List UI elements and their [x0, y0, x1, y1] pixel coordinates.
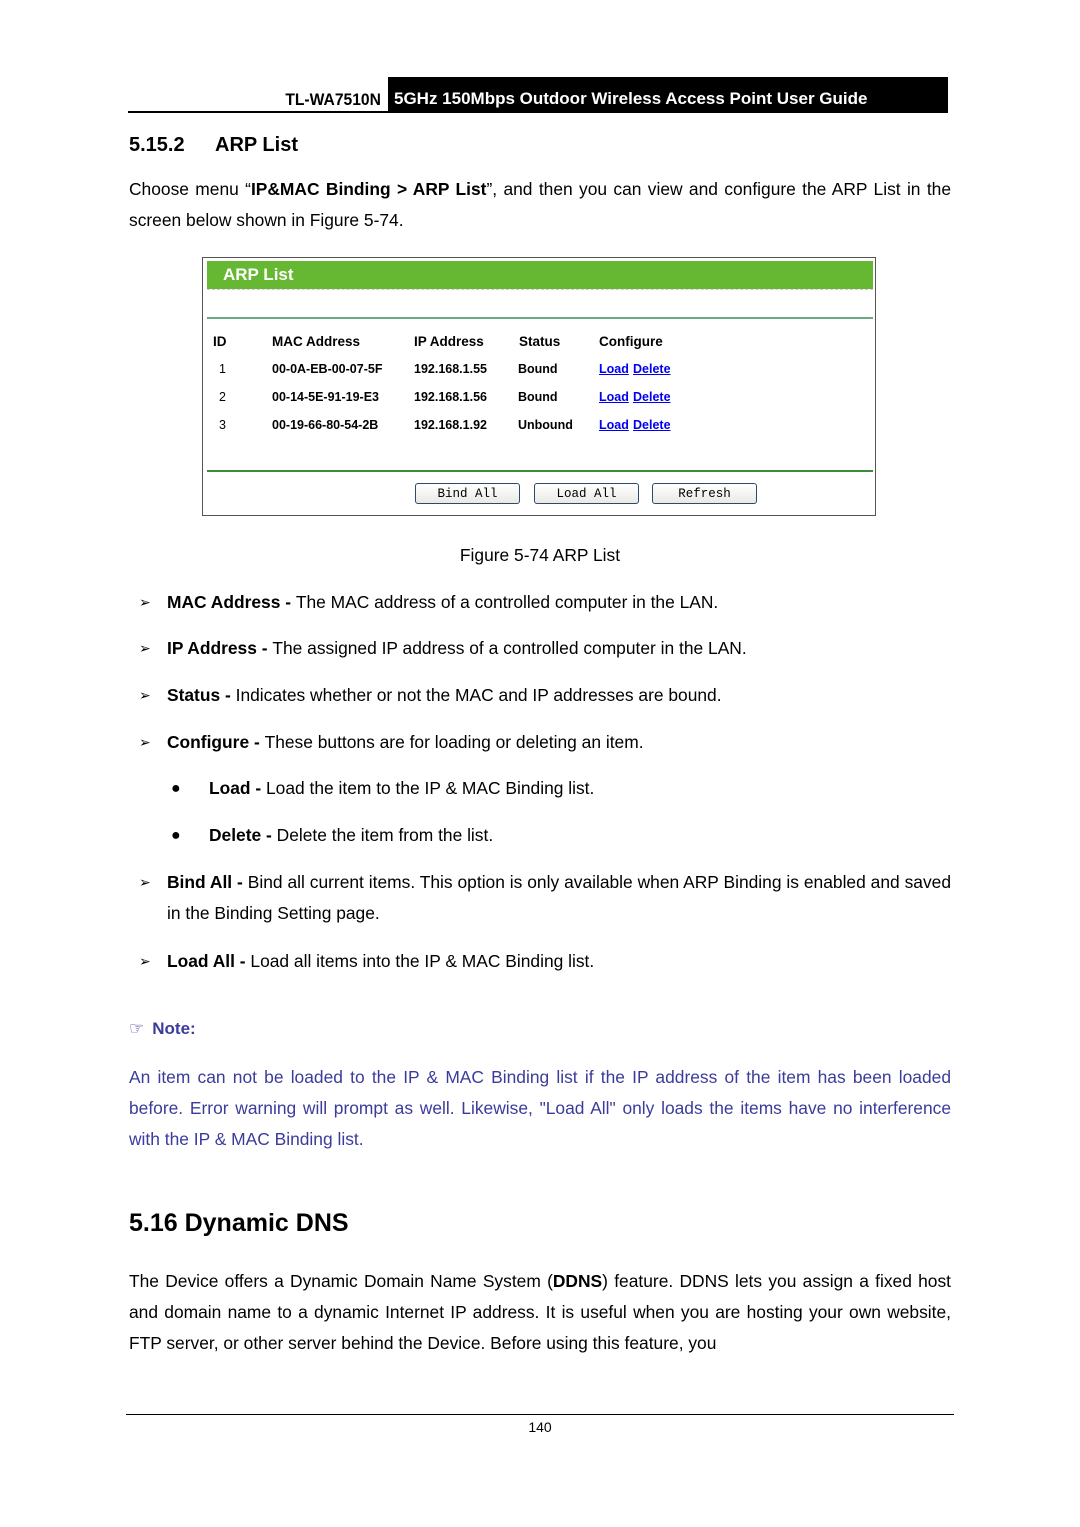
row-id: 2 — [219, 390, 226, 404]
column-header-configure: Configure — [599, 334, 663, 349]
sub-description-item: ● Load - Load the item to the IP & MAC B… — [171, 773, 951, 804]
ddns-heading: 5.16 Dynamic DNS — [129, 1209, 349, 1237]
description-term: Load All - — [167, 951, 251, 971]
column-header-ip: IP Address — [414, 334, 484, 349]
description-term: MAC Address - — [167, 592, 296, 612]
description-text: Delete the item from the list. — [276, 825, 494, 845]
dot-bullet-icon: ● — [171, 780, 181, 797]
delete-link[interactable]: Delete — [633, 418, 671, 432]
description-item: ➢ Load All - Load all items into the IP … — [129, 946, 951, 977]
arrow-bullet-icon: ➢ — [139, 734, 151, 750]
delete-link[interactable]: Delete — [633, 390, 671, 404]
row-mac: 00-0A-EB-00-07-5F — [272, 362, 383, 376]
row-status: Unbound — [518, 418, 573, 432]
arrow-bullet-icon: ➢ — [139, 953, 151, 969]
title-divider — [207, 289, 873, 291]
bind-all-button[interactable]: Bind All — [415, 483, 520, 504]
description-term: Delete - — [209, 825, 277, 845]
description-item: ➢ Configure - These buttons are for load… — [129, 727, 951, 758]
column-header-status: Status — [519, 334, 561, 349]
note-heading: ☞ Note: — [129, 1019, 196, 1039]
delete-link[interactable]: Delete — [633, 362, 671, 376]
pointing-hand-icon: ☞ — [129, 1019, 145, 1038]
note-text: An item can not be loaded to the IP & MA… — [129, 1067, 951, 1149]
panel-title: ARP List — [207, 261, 873, 289]
section-heading: 5.15.2 ARP List — [129, 134, 298, 157]
load-link[interactable]: Load — [599, 418, 629, 432]
row-ip: 192.168.1.92 — [414, 418, 487, 432]
intro-menu-path: IP&MAC Binding > ARP List — [250, 179, 487, 199]
arrow-bullet-icon: ➢ — [139, 687, 151, 703]
row-mac: 00-19-66-80-54-2B — [272, 418, 379, 432]
load-link[interactable]: Load — [599, 390, 629, 404]
load-all-button[interactable]: Load All — [534, 483, 639, 504]
description-text: Load the item to the IP & MAC Binding li… — [266, 778, 595, 798]
section-number: 5.15.2 — [129, 134, 185, 156]
description-item: ➢ Status - Indicates whether or not the … — [129, 680, 951, 711]
footer-rule — [126, 1414, 954, 1415]
description-item: ➢ MAC Address - The MAC address of a con… — [129, 587, 951, 618]
column-header-id: ID — [213, 334, 227, 349]
page-number: 140 — [528, 1419, 552, 1435]
description-term: Bind All - — [167, 872, 248, 892]
row-id: 1 — [219, 362, 226, 376]
row-status: Bound — [518, 362, 558, 376]
ddns-paragraph: The Device offers a Dynamic Domain Name … — [129, 1266, 951, 1359]
figure-caption: Figure 5-74 ARP List — [459, 545, 621, 565]
arrow-bullet-icon: ➢ — [139, 594, 151, 610]
row-ip: 192.168.1.56 — [414, 390, 487, 404]
description-term: Configure - — [167, 732, 265, 752]
intro-prefix: Choose menu “ — [129, 179, 251, 199]
description-text: These buttons are for loading or deletin… — [264, 732, 644, 752]
header-rule — [128, 111, 948, 113]
arrow-bullet-icon: ➢ — [139, 640, 151, 656]
page-header: TL-WA7510N 5GHz 150Mbps Outdoor Wireless… — [128, 77, 948, 113]
section-title: ARP List — [215, 134, 298, 156]
footer-divider — [207, 470, 873, 472]
row-id: 3 — [219, 418, 226, 432]
header-model: TL-WA7510N — [285, 90, 381, 109]
description-text: The assigned IP address of a controlled … — [272, 638, 747, 658]
dot-bullet-icon: ● — [171, 827, 181, 844]
description-term: Load - — [209, 778, 266, 798]
description-term: Status - — [167, 685, 236, 705]
row-ip: 192.168.1.55 — [414, 362, 487, 376]
description-text: The MAC address of a controlled computer… — [295, 592, 719, 612]
row-status: Bound — [518, 390, 558, 404]
description-item: ➢ Bind All - Bind all current items. Thi… — [129, 867, 951, 929]
ddns-text-prefix: The Device offers a Dynamic Domain Name … — [129, 1271, 553, 1291]
row-mac: 00-14-5E-91-19-E3 — [272, 390, 380, 404]
ddns-text-bold: DDNS — [552, 1271, 603, 1291]
column-header-mac: MAC Address — [272, 334, 361, 349]
arp-list-figure: ARP List ID MAC Address IP Address Statu… — [202, 257, 876, 516]
intro-paragraph: Choose menu “IP&MAC Binding > ARP List”,… — [129, 174, 951, 236]
description-text: Indicates whether or not the MAC and IP … — [235, 685, 722, 705]
load-link[interactable]: Load — [599, 362, 629, 376]
description-term: IP Address - — [167, 638, 273, 658]
description-item: ➢ IP Address - The assigned IP address o… — [129, 633, 951, 664]
header-divider — [207, 317, 873, 319]
note-label: Note: — [152, 1019, 196, 1038]
sub-description-item: ● Delete - Delete the item from the list… — [171, 820, 951, 851]
header-guide-title: 5GHz 150Mbps Outdoor Wireless Access Poi… — [388, 77, 948, 113]
refresh-button[interactable]: Refresh — [652, 483, 757, 504]
description-text: Bind all current items. This option is o… — [167, 872, 952, 923]
description-text: Load all items into the IP & MAC Binding… — [250, 951, 595, 971]
arrow-bullet-icon: ➢ — [139, 874, 151, 890]
